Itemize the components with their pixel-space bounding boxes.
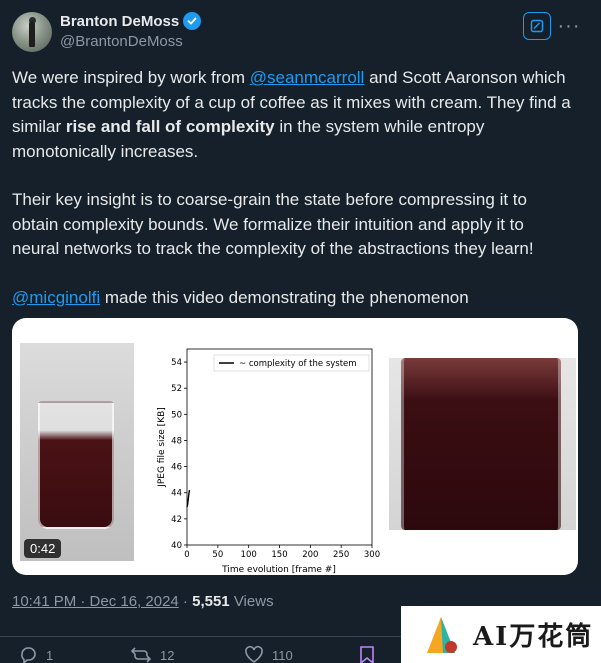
- coffee-photo-left: [20, 343, 134, 561]
- legend: ~ complexity of the system: [213, 354, 370, 372]
- author-avatar[interactable]: [12, 12, 52, 52]
- x-tick-label: 200: [302, 550, 318, 560]
- x-tick-label: 150: [271, 550, 287, 560]
- bold-text: rise and fall of complexity: [65, 117, 275, 136]
- retweet-button[interactable]: 12: [130, 645, 174, 663]
- tweet-meta: 10:41 PM · Dec 16, 2024 · 5,551 Views: [12, 593, 274, 610]
- x-tick-label: 50: [212, 550, 223, 560]
- bookmark-icon: [360, 646, 374, 663]
- like-button[interactable]: 110: [244, 645, 293, 663]
- more-options-button[interactable]: ···: [555, 12, 583, 40]
- y-axis-label: JPEG file size [KB]: [157, 407, 167, 488]
- tweet-timestamp-link[interactable]: 10:41 PM · Dec 16, 2024: [12, 593, 179, 610]
- mention-link-seanmcarroll[interactable]: @seanmcarroll: [250, 68, 365, 87]
- grok-button[interactable]: [523, 12, 551, 40]
- tweet-paragraph-3: @micginolfi made this video demonstratin…: [12, 286, 572, 311]
- author-name[interactable]: Branton DeMoss: [60, 13, 179, 30]
- author-name-row[interactable]: Branton DeMoss: [60, 12, 202, 30]
- legend-label: ~ complexity of the system: [239, 359, 357, 369]
- meta-separator: ·: [178, 593, 193, 610]
- watermark-emblem-icon: [427, 616, 457, 653]
- glass-left: [38, 401, 114, 529]
- y-axis-ticks: 40 42 44 46 48 50 52 54: [171, 358, 187, 551]
- tweet-text: We were inspired by work from @seanmcarr…: [12, 66, 572, 334]
- x-tick-label: 0: [184, 550, 189, 560]
- plot-area: [186, 348, 373, 546]
- views-label: Views: [229, 593, 274, 610]
- grok-icon: [530, 19, 544, 33]
- like-count: 110: [272, 647, 293, 663]
- complexity-chart: 40 42 44 46 48 50 52 54 0 50 100 150 200 250 300 ~ co…: [157, 348, 380, 575]
- y-tick-label: 48: [171, 436, 182, 446]
- watermark-text: AI万花筒: [473, 622, 594, 652]
- x-tick-label: 250: [333, 550, 349, 560]
- y-tick-label: 50: [171, 410, 182, 420]
- video-player[interactable]: 40 42 44 46 48 50 52 54 0 50 100 150 200 250 300 ~ co…: [12, 318, 578, 575]
- verified-badge-icon: [183, 12, 202, 30]
- coffee-photo-right: [389, 358, 576, 530]
- x-tick-label: 100: [241, 550, 257, 560]
- video-timestamp: 0:42: [24, 539, 62, 558]
- views-count: 5,551: [192, 593, 230, 610]
- avatar-figure-body: [29, 21, 35, 47]
- text-span: We were inspired by work from: [12, 68, 250, 87]
- bookmark-button[interactable]: [358, 645, 376, 663]
- retweet-count: 12: [160, 647, 175, 663]
- tweet-paragraph-1: We were inspired by work from @seanmcarr…: [12, 66, 572, 164]
- y-tick-label: 40: [171, 541, 182, 551]
- y-tick-label: 42: [171, 515, 182, 525]
- y-tick-label: 54: [171, 358, 182, 368]
- x-tick-label: 300: [364, 550, 380, 560]
- y-tick-label: 44: [171, 489, 182, 499]
- glass-right: [401, 358, 561, 530]
- retweet-icon: [130, 647, 152, 663]
- reply-count: 1: [46, 647, 54, 663]
- y-tick-label: 52: [171, 384, 182, 394]
- heart-icon: [245, 645, 263, 663]
- watermark-logo: AI万花筒: [401, 606, 601, 663]
- author-handle[interactable]: @BrantonDeMoss: [60, 33, 183, 50]
- y-tick-label: 46: [171, 463, 182, 473]
- reply-icon: [21, 647, 36, 663]
- x-axis-label: Time evolution [frame #]: [221, 565, 336, 575]
- more-icon: ···: [557, 14, 581, 37]
- x-axis-ticks: 0 50 100 150 200 250 300: [184, 545, 380, 560]
- tweet-paragraph-2: Their key insight is to coarse-grain the…: [12, 190, 534, 258]
- mention-link-micginolfi[interactable]: @micginolfi: [12, 288, 100, 307]
- reply-button[interactable]: 1: [18, 645, 53, 663]
- text-span: made this video demonstrating the phenom…: [100, 287, 469, 307]
